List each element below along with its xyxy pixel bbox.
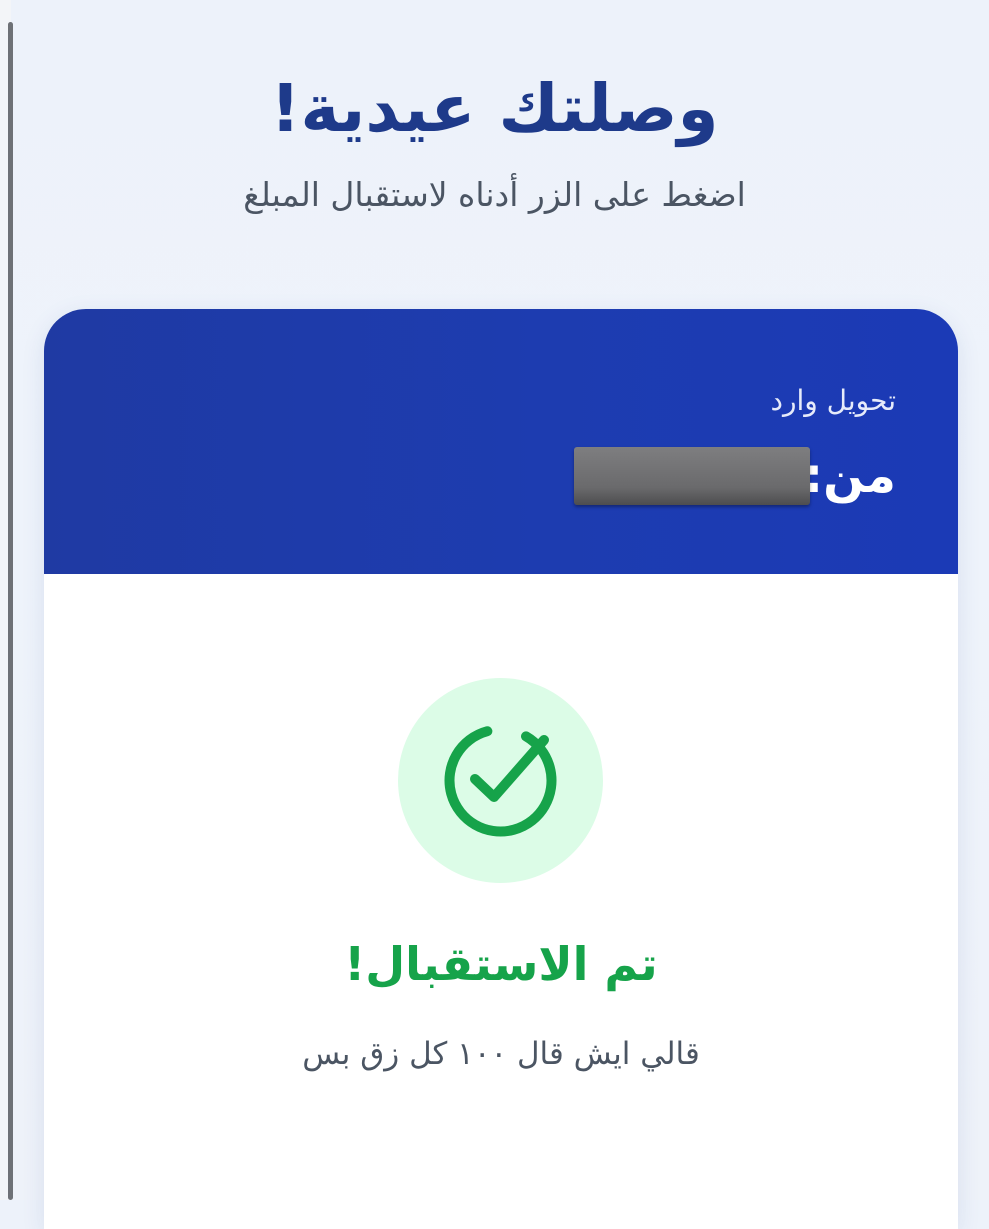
- status-title: تم الاستقبال!: [344, 937, 658, 991]
- transfer-card: تحويل وارد من: تم الاستقبال! قالي ايش قا…: [44, 309, 958, 1229]
- transfer-card-header: تحويل وارد من:: [44, 309, 958, 574]
- sender-row: من:: [573, 443, 896, 509]
- check-circle-icon: [444, 724, 557, 837]
- page-subtitle: اضغط على الزر أدناه لاستقبال المبلغ: [243, 175, 746, 214]
- incoming-transfer-label: تحويل وارد: [770, 384, 896, 417]
- success-badge: [398, 678, 603, 883]
- sender-label: من:: [803, 448, 896, 504]
- sender-name-redacted: [573, 447, 810, 505]
- page-title: وصلتك عيدية!: [270, 70, 719, 147]
- status-message: قالي ايش قال ١٠٠ كل زق بس: [302, 1036, 700, 1072]
